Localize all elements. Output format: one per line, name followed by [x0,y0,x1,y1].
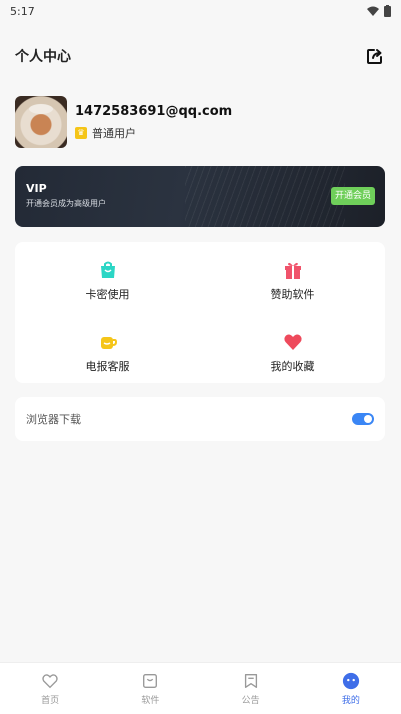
header: 个人中心 [0,40,401,72]
tab-software[interactable]: 软件 [100,663,200,714]
share-icon [367,49,382,64]
grid-item-telegram-support[interactable]: 电报客服 [15,314,200,374]
cup-icon [100,337,117,349]
heart-outline-icon [42,673,58,688]
grid-item-card-key[interactable]: 卡密使用 [15,242,200,302]
level-badge-icon: ♛ [75,126,87,139]
tab-label: 我的 [341,695,360,706]
battery-icon [384,5,391,17]
tab-announcements[interactable]: 公告 [201,663,301,714]
wifi-icon [367,6,379,16]
browser-download-label: 浏览器下载 [26,413,81,426]
tab-label: 公告 [241,695,260,706]
open-vip-button[interactable]: 开通会员 [330,187,375,205]
profile-info: 1472583691@qq.com ♛ 普通用户 [75,104,232,141]
profile-section[interactable]: 1472583691@qq.com ♛ 普通用户 [15,96,385,148]
bookmark-outline-icon [244,673,257,688]
grid-item-label: 赞助软件 [270,288,315,301]
vip-banner-pattern [185,166,345,227]
grid-item-favorites[interactable]: 我的收藏 [200,314,385,374]
browser-download-setting: 浏览器下载 [15,397,385,441]
share-button[interactable] [364,45,386,67]
vip-title: VIP [26,182,47,195]
grid-item-sponsor[interactable]: 赞助软件 [200,242,385,302]
feature-grid: 卡密使用 赞助软件 电报客服 我的收藏 [15,242,385,383]
status-icons [367,5,391,17]
status-time: 5:17 [10,4,35,18]
smiley-icon [342,672,359,689]
bag-outline-icon [143,673,158,688]
tab-mine[interactable]: 我的 [301,663,401,714]
vip-description: 开通会员成为高级用户 [26,199,106,208]
vip-banner[interactable]: VIP 开通会员成为高级用户 开通会员 [15,166,385,227]
page-title: 个人中心 [15,49,71,65]
user-email: 1472583691@qq.com [75,103,233,119]
heart-icon [283,334,302,350]
shopping-bag-icon [100,261,115,278]
status-bar: 5:17 [0,0,401,22]
avatar[interactable] [15,96,67,148]
grid-item-label: 卡密使用 [85,288,130,301]
tab-label: 首页 [41,695,60,706]
tab-label: 软件 [141,695,160,706]
grid-item-label: 电报客服 [85,360,130,373]
grid-item-label: 我的收藏 [270,360,315,373]
bottom-tab-bar: 首页 软件 公告 我的 [0,662,401,714]
gift-icon [284,262,301,279]
tab-home[interactable]: 首页 [0,663,100,714]
user-level: ♛ 普通用户 [75,125,232,141]
user-level-label: 普通用户 [92,126,136,140]
browser-download-toggle[interactable] [352,413,374,425]
